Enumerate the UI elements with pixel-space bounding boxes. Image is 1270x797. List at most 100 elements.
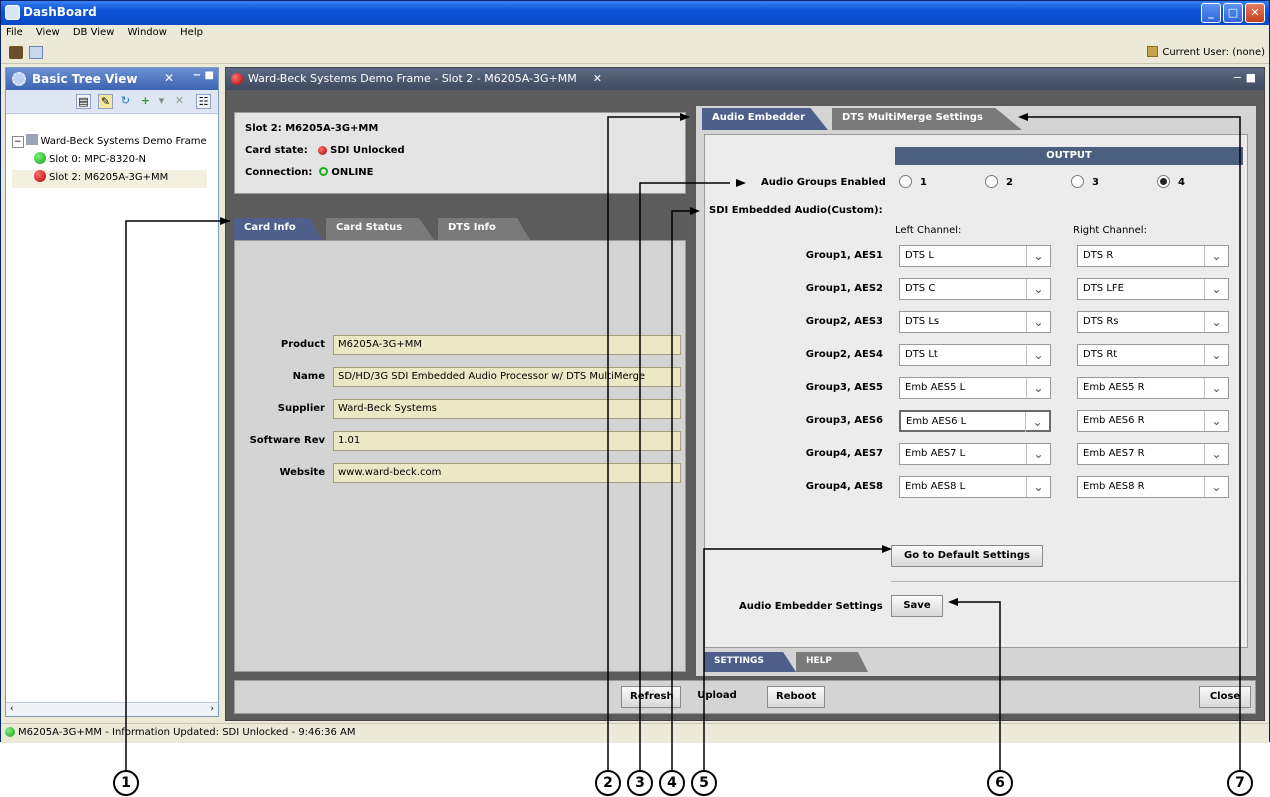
document-icon[interactable]: ▤ (76, 94, 91, 109)
menu-file[interactable]: File (1, 25, 28, 40)
radio-group-3[interactable]: 3 (1071, 175, 1099, 188)
briefcase-icon[interactable] (9, 46, 23, 59)
minimize-button[interactable]: _ (1201, 3, 1221, 23)
menu-view[interactable]: View (31, 25, 65, 40)
right-channel-select[interactable]: DTS Rs ⌄ (1077, 311, 1229, 333)
save-button[interactable]: Save (891, 595, 943, 617)
tree-panel-title: Basic Tree View ✕ − ■ (6, 68, 218, 90)
product-row: Product M6205A-3G+MM (235, 335, 685, 357)
right-channel-select[interactable]: Emb AES6 R ⌄ (1077, 410, 1229, 432)
left-channel-select[interactable]: DTS Lt ⌄ (899, 344, 1051, 366)
dropdown-icon[interactable]: ▾ (154, 94, 169, 109)
tab-help[interactable]: HELP (796, 652, 868, 672)
refresh-icon[interactable]: ↻ (118, 94, 133, 109)
close-tree-tab-icon[interactable]: ✕ (164, 71, 174, 85)
menu-bar: File View DB View Window Help (1, 25, 1269, 42)
chevron-down-icon[interactable]: ⌄ (1204, 411, 1228, 431)
radio-icon[interactable] (985, 175, 998, 188)
supplier-row: Supplier Ward-Beck Systems (235, 399, 685, 421)
status-green-icon (5, 727, 15, 737)
chevron-down-icon[interactable]: ⌄ (1026, 279, 1050, 299)
sdi-embedded-audio-label: SDI Embedded Audio(Custom): (709, 205, 883, 216)
chevron-down-icon[interactable]: ⌄ (1204, 279, 1228, 299)
radio-group-2[interactable]: 2 (985, 175, 1013, 188)
tab-card-status[interactable]: Card Status (326, 218, 434, 240)
minimize-panel-icon[interactable]: − ■ (193, 70, 214, 81)
toolbar: Current User: (none) (1, 42, 1269, 64)
chevron-down-icon[interactable]: ⌄ (1204, 312, 1228, 332)
slot-label: Slot 2: M6205A-3G+MM (245, 123, 379, 134)
tab-dts-info[interactable]: DTS Info (438, 218, 530, 240)
tree-layout-icon[interactable]: ☷ (196, 94, 211, 109)
folder-icon[interactable]: ✎ (98, 94, 113, 109)
chevron-down-icon[interactable]: ⌄ (1026, 345, 1050, 365)
name-row: Name SD/HD/3G SDI Embedded Audio Processo… (235, 367, 685, 389)
go-to-default-settings-button[interactable]: Go to Default Settings (891, 545, 1043, 567)
tree-item-slot-0[interactable]: Slot 0: MPC-8320-N (12, 152, 207, 170)
left-channel-select[interactable]: DTS C ⌄ (899, 278, 1051, 300)
chevron-down-icon[interactable]: ⌄ (1204, 477, 1228, 497)
right-channel-select[interactable]: DTS R ⌄ (1077, 245, 1229, 267)
refresh-button[interactable]: Refresh (621, 686, 681, 708)
scroll-left-icon[interactable]: ‹ (10, 704, 14, 714)
name-field: SD/HD/3G SDI Embedded Audio Processor w/… (333, 367, 681, 387)
left-channel-select[interactable]: DTS Ls ⌄ (899, 311, 1051, 333)
collapse-icon[interactable]: − (12, 136, 24, 148)
left-channel-select[interactable]: DTS L ⌄ (899, 245, 1051, 267)
callout-3: 3 (627, 770, 653, 796)
group-row: Group1, AES1 DTS L ⌄ DTS R ⌄ (705, 245, 1245, 267)
chevron-down-icon[interactable]: ⌄ (1026, 477, 1050, 497)
left-channel-select[interactable]: Emb AES5 L ⌄ (899, 377, 1051, 399)
close-button[interactable]: Close (1199, 686, 1251, 708)
right-channel-select[interactable]: Emb AES5 R ⌄ (1077, 377, 1229, 399)
add-icon[interactable]: + (138, 94, 153, 109)
current-user: Current User: (none) (1147, 46, 1265, 58)
right-channel-select[interactable]: DTS LFE ⌄ (1077, 278, 1229, 300)
tab-card-info[interactable]: Card Info (234, 218, 322, 240)
connection-state: Connection: ONLINE (245, 167, 374, 178)
chevron-down-icon[interactable]: ⌄ (1026, 378, 1050, 398)
chevron-down-icon[interactable]: ⌄ (1026, 444, 1050, 464)
radio-group-4[interactable]: 4 (1157, 175, 1185, 188)
radio-icon[interactable] (1071, 175, 1084, 188)
maximize-button[interactable]: □ (1223, 3, 1243, 23)
export-icon[interactable] (29, 46, 43, 59)
radio-group-1[interactable]: 1 (899, 175, 927, 188)
card-info-body: Product M6205A-3G+MM Name SD/HD/3G SDI Emb… (234, 240, 686, 672)
audio-embedder-settings: OUTPUT Audio Groups Enabled 1 2 3 4 SDI … (704, 134, 1248, 648)
right-channel-select[interactable]: Emb AES7 R ⌄ (1077, 443, 1229, 465)
chevron-down-icon[interactable]: ⌄ (1204, 246, 1228, 266)
tree-horizontal-scrollbar[interactable]: ‹ › (6, 702, 218, 716)
tab-settings[interactable]: SETTINGS (704, 652, 796, 672)
device-panel: Ward-Beck Systems Demo Frame - Slot 2 - … (225, 67, 1265, 721)
chevron-down-icon[interactable]: ⌄ (1026, 246, 1050, 266)
menu-help[interactable]: Help (175, 25, 208, 40)
left-channel-select[interactable]: Emb AES8 L ⌄ (899, 476, 1051, 498)
left-channel-select[interactable]: Emb AES6 L ⌄ (899, 410, 1051, 432)
delete-icon[interactable]: ✕ (172, 94, 187, 109)
scroll-right-icon[interactable]: › (210, 704, 214, 714)
close-window-button[interactable]: ✕ (1245, 3, 1265, 23)
right-channel-select[interactable]: Emb AES8 R ⌄ (1077, 476, 1229, 498)
chevron-down-icon[interactable]: ⌄ (1204, 444, 1228, 464)
tab-dts-multimerge-settings[interactable]: DTS MultiMerge Settings (832, 108, 1022, 130)
left-channel-select[interactable]: Emb AES7 L ⌄ (899, 443, 1051, 465)
radio-selected-icon[interactable] (1157, 175, 1170, 188)
menu-db-view[interactable]: DB View (68, 25, 119, 40)
device-panel-tab[interactable]: Ward-Beck Systems Demo Frame - Slot 2 - … (226, 68, 1264, 90)
tree-item-frame[interactable]: − Ward-Beck Systems Demo Frame (12, 134, 207, 152)
menu-window[interactable]: Window (123, 25, 172, 40)
close-device-tab-icon[interactable]: ✕ (593, 72, 602, 85)
minimize-device-panel-icon[interactable]: − ■ (1233, 71, 1256, 84)
chevron-down-icon[interactable]: ⌄ (1026, 312, 1050, 332)
tab-audio-embedder[interactable]: Audio Embedder (702, 108, 828, 130)
chevron-down-icon[interactable]: ⌄ (1025, 412, 1049, 432)
chevron-down-icon[interactable]: ⌄ (1204, 378, 1228, 398)
tree-toolbar: ▤ ✎ ↻ + ▾ ✕ ☷ (6, 90, 218, 114)
upload-button[interactable]: Upload (689, 686, 745, 708)
right-channel-select[interactable]: DTS Rt ⌄ (1077, 344, 1229, 366)
radio-icon[interactable] (899, 175, 912, 188)
reboot-button[interactable]: Reboot (767, 686, 825, 708)
chevron-down-icon[interactable]: ⌄ (1204, 345, 1228, 365)
tree-item-slot-2[interactable]: Slot 2: M6205A-3G+MM (12, 170, 207, 188)
